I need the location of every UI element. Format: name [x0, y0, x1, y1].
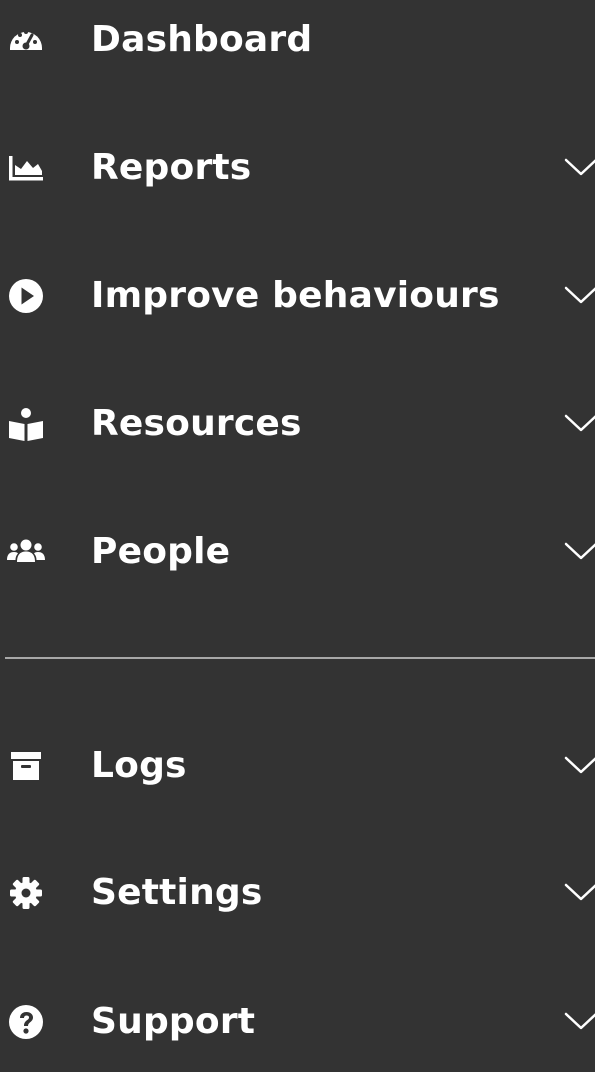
reader-book-icon: [7, 405, 45, 443]
sidebar-item-label: Improve behaviours: [91, 275, 500, 316]
sidebar-item-label: Dashboard: [91, 19, 313, 60]
sidebar-item-support[interactable]: Support: [0, 972, 595, 1072]
chevron-down-icon[interactable]: [563, 877, 595, 907]
sidebar-item-settings[interactable]: Settings: [0, 843, 595, 943]
chevron-down-icon[interactable]: [563, 152, 595, 182]
dashboard-gauge-icon: [7, 21, 45, 59]
nav-divider: [5, 657, 595, 659]
chevron-down-icon[interactable]: [563, 536, 595, 566]
gear-icon: [7, 874, 45, 912]
chevron-down-icon[interactable]: [563, 1006, 595, 1036]
sidebar-nav: Dashboard Reports Improve behaviours Res…: [0, 0, 595, 1063]
sidebar-item-reports[interactable]: Reports: [0, 118, 595, 218]
sidebar-item-logs[interactable]: Logs: [0, 716, 595, 816]
sidebar-item-label: Logs: [91, 745, 187, 786]
sidebar-item-label: Support: [91, 1001, 256, 1042]
area-chart-icon: [7, 149, 45, 187]
sidebar-item-improve-behaviours[interactable]: Improve behaviours: [0, 246, 595, 346]
sidebar-item-label: People: [91, 531, 231, 572]
chevron-down-icon[interactable]: [563, 280, 595, 310]
users-group-icon: [7, 533, 45, 571]
sidebar-item-dashboard[interactable]: Dashboard: [0, 0, 595, 90]
sidebar-item-label: Settings: [91, 872, 263, 913]
chevron-down-icon[interactable]: [563, 408, 595, 438]
sidebar-item-label: Resources: [91, 403, 302, 444]
sidebar-item-resources[interactable]: Resources: [0, 374, 595, 474]
sidebar-item-people[interactable]: People: [0, 502, 595, 602]
play-circle-icon: [7, 277, 45, 315]
question-circle-icon: [7, 1003, 45, 1041]
archive-box-icon: [7, 747, 45, 785]
sidebar-item-label: Reports: [91, 147, 252, 188]
chevron-down-icon[interactable]: [563, 750, 595, 780]
